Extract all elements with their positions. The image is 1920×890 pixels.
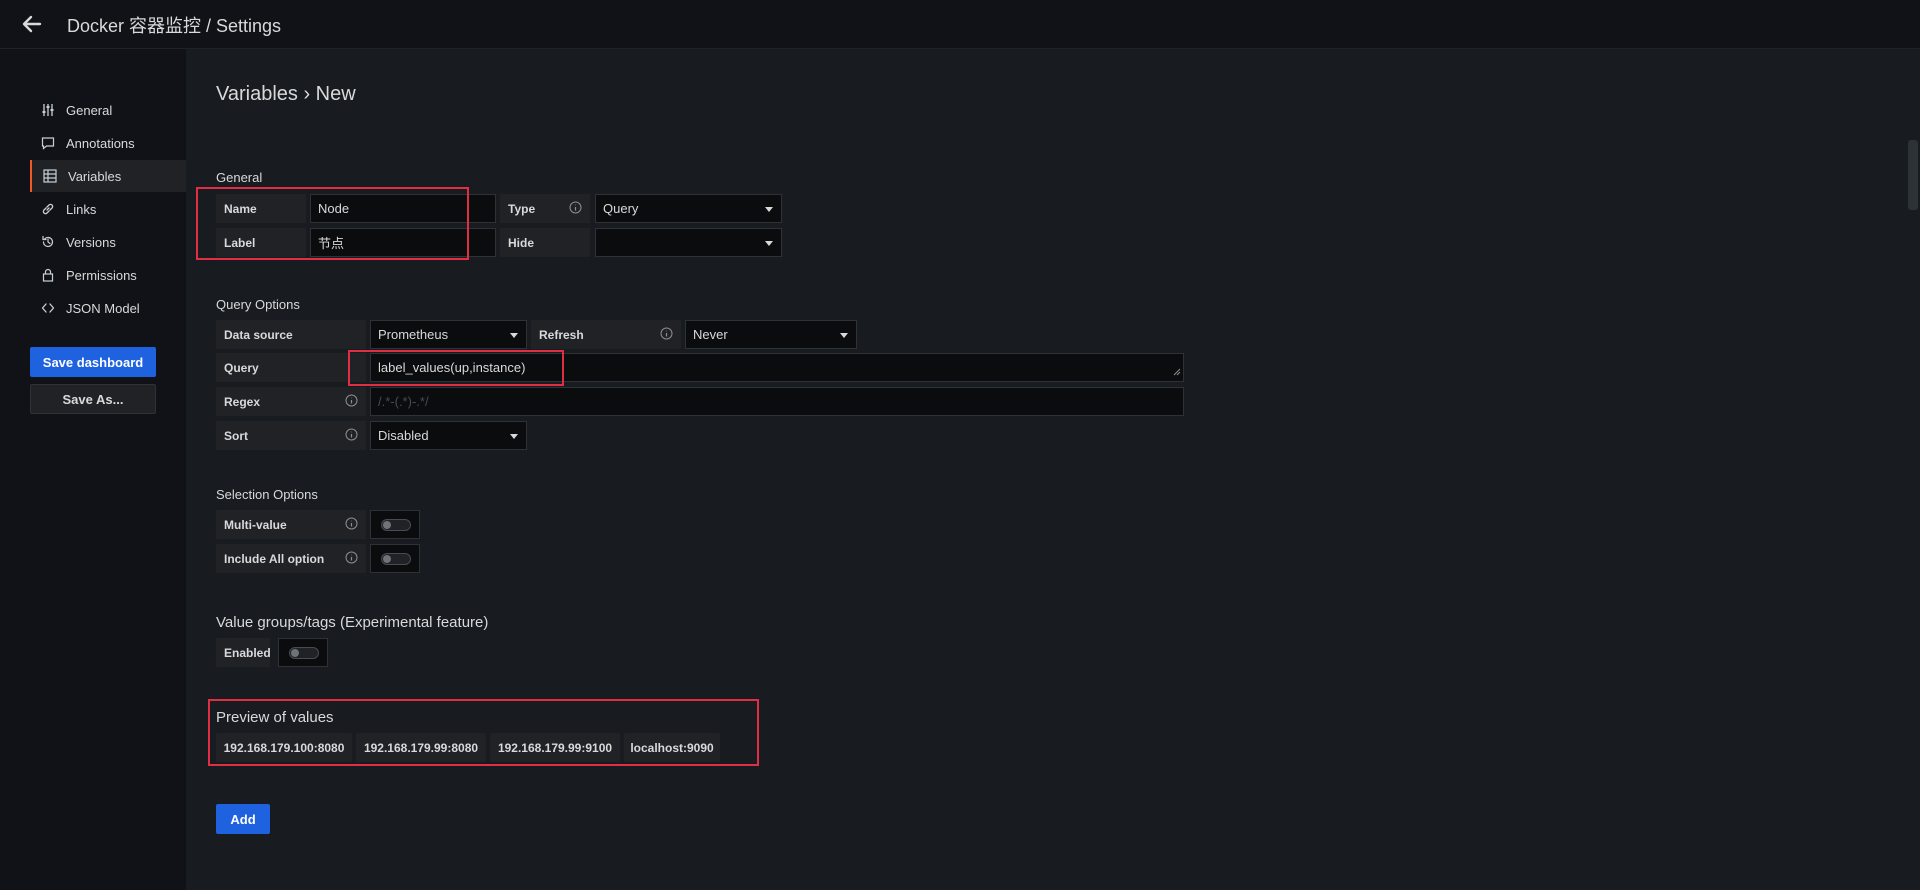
sidebar-item-label: JSON Model: [66, 300, 140, 316]
sidebar-item-label: Permissions: [66, 267, 137, 283]
sliders-icon: [40, 102, 56, 118]
include-all-label: Include All option: [216, 544, 366, 573]
sort-select[interactable]: Disabled: [370, 421, 527, 450]
include-all-toggle[interactable]: [370, 544, 420, 573]
refresh-label: Refresh: [531, 320, 681, 349]
section-query-options-title: Query Options: [216, 297, 300, 312]
resize-handle-icon[interactable]: [1173, 364, 1181, 379]
info-icon[interactable]: [345, 428, 358, 444]
code-icon: [40, 300, 56, 316]
query-text: label_values(up,instance): [378, 360, 526, 375]
toggle-knob: [383, 555, 391, 563]
sidebar-item-label: Annotations: [66, 135, 135, 151]
preview-value-chip: 192.168.179.99:8080: [356, 733, 486, 762]
section-selection-options-title: Selection Options: [216, 487, 318, 502]
history-icon: [40, 234, 56, 250]
sidebar-item-general[interactable]: General: [30, 94, 186, 126]
sort-label-text: Sort: [224, 428, 248, 443]
sidebar-item-label: Links: [66, 201, 97, 217]
preview-value-chip: localhost:9090: [624, 733, 720, 762]
name-input[interactable]: Node: [310, 194, 496, 223]
sidebar-item-annotations[interactable]: Annotations: [30, 127, 186, 159]
chevron-down-icon: [840, 333, 848, 338]
refresh-select-value: Never: [693, 327, 728, 342]
name-label: Name: [216, 194, 306, 223]
datasource-label: Data source: [216, 320, 366, 349]
enabled-toggle[interactable]: [278, 638, 328, 667]
refresh-label-text: Refresh: [539, 327, 584, 342]
info-icon[interactable]: [660, 327, 673, 343]
query-textarea[interactable]: label_values(up,instance): [370, 353, 1184, 382]
sidebar-item-links[interactable]: Links: [30, 193, 186, 225]
multi-value-label: Multi-value: [216, 510, 366, 539]
sidebar-item-versions[interactable]: Versions: [30, 226, 186, 258]
toggle-switch: [381, 519, 411, 531]
type-label-text: Type: [508, 201, 536, 216]
section-preview-title: Preview of values: [216, 709, 334, 726]
include-all-label-text: Include All option: [224, 551, 325, 566]
hide-label: Hide: [500, 228, 590, 257]
regex-input[interactable]: /.*-(.*)-.*/: [370, 387, 1184, 416]
sidebar-item-label: Variables: [68, 168, 122, 184]
link-icon: [40, 201, 56, 217]
preview-value-chip: 192.168.179.100:8080: [216, 733, 352, 762]
regex-label: Regex: [216, 387, 366, 416]
section-value-groups-title: Value groups/tags (Experimental feature): [216, 614, 489, 631]
sidebar-item-permissions[interactable]: Permissions: [30, 259, 186, 291]
query-label: Query: [216, 353, 366, 382]
label-label: Label: [216, 228, 306, 257]
enabled-label: Enabled: [216, 638, 271, 667]
toggle-switch: [289, 647, 319, 659]
chevron-down-icon: [510, 333, 518, 338]
save-as-button[interactable]: Save As...: [30, 384, 156, 414]
info-icon[interactable]: [345, 551, 358, 567]
lock-icon: [40, 267, 56, 283]
save-dashboard-button[interactable]: Save dashboard: [30, 347, 156, 377]
sidebar-item-json-model[interactable]: JSON Model: [30, 292, 186, 324]
chevron-down-icon: [510, 434, 518, 439]
info-icon[interactable]: [345, 394, 358, 410]
back-arrow-icon[interactable]: [18, 10, 46, 38]
sidebar-item-label: General: [66, 102, 113, 118]
sort-select-value: Disabled: [378, 428, 429, 443]
settings-sidebar: General Annotations Variables Links Vers…: [0, 49, 188, 890]
multi-value-label-text: Multi-value: [224, 517, 287, 532]
type-select-value: Query: [603, 201, 639, 216]
sidebar-item-label: Versions: [66, 234, 116, 250]
chevron-down-icon: [765, 241, 773, 246]
datasource-select-value: Prometheus: [378, 327, 449, 342]
regex-label-text: Regex: [224, 394, 261, 409]
table-icon: [42, 168, 58, 184]
add-button[interactable]: Add: [216, 804, 270, 834]
comment-icon: [40, 135, 56, 151]
page-title: Variables › New: [216, 83, 356, 105]
datasource-select[interactable]: Prometheus: [370, 320, 527, 349]
info-icon[interactable]: [345, 517, 358, 533]
dashboard-title: Docker 容器监控 / Settings: [67, 16, 282, 36]
toggle-knob: [291, 649, 299, 657]
info-icon[interactable]: [569, 201, 582, 217]
refresh-select[interactable]: Never: [685, 320, 857, 349]
toggle-switch: [381, 553, 411, 565]
toggle-knob: [383, 521, 391, 529]
label-input[interactable]: 节点: [310, 228, 496, 257]
section-general-title: General: [216, 170, 263, 185]
type-label: Type: [500, 194, 590, 223]
multi-value-toggle[interactable]: [370, 510, 420, 539]
chevron-down-icon: [765, 207, 773, 212]
scrollbar-thumb[interactable]: [1908, 140, 1918, 210]
sidebar-item-variables[interactable]: Variables: [30, 160, 188, 192]
top-bar: Docker 容器监控 / Settings: [0, 0, 1920, 49]
type-select[interactable]: Query: [595, 194, 782, 223]
hide-select[interactable]: [595, 228, 782, 257]
preview-value-chip: 192.168.179.99:9100: [490, 733, 620, 762]
main-content: Variables › New General Name Node Type Q…: [186, 49, 1920, 890]
sort-label: Sort: [216, 421, 366, 450]
